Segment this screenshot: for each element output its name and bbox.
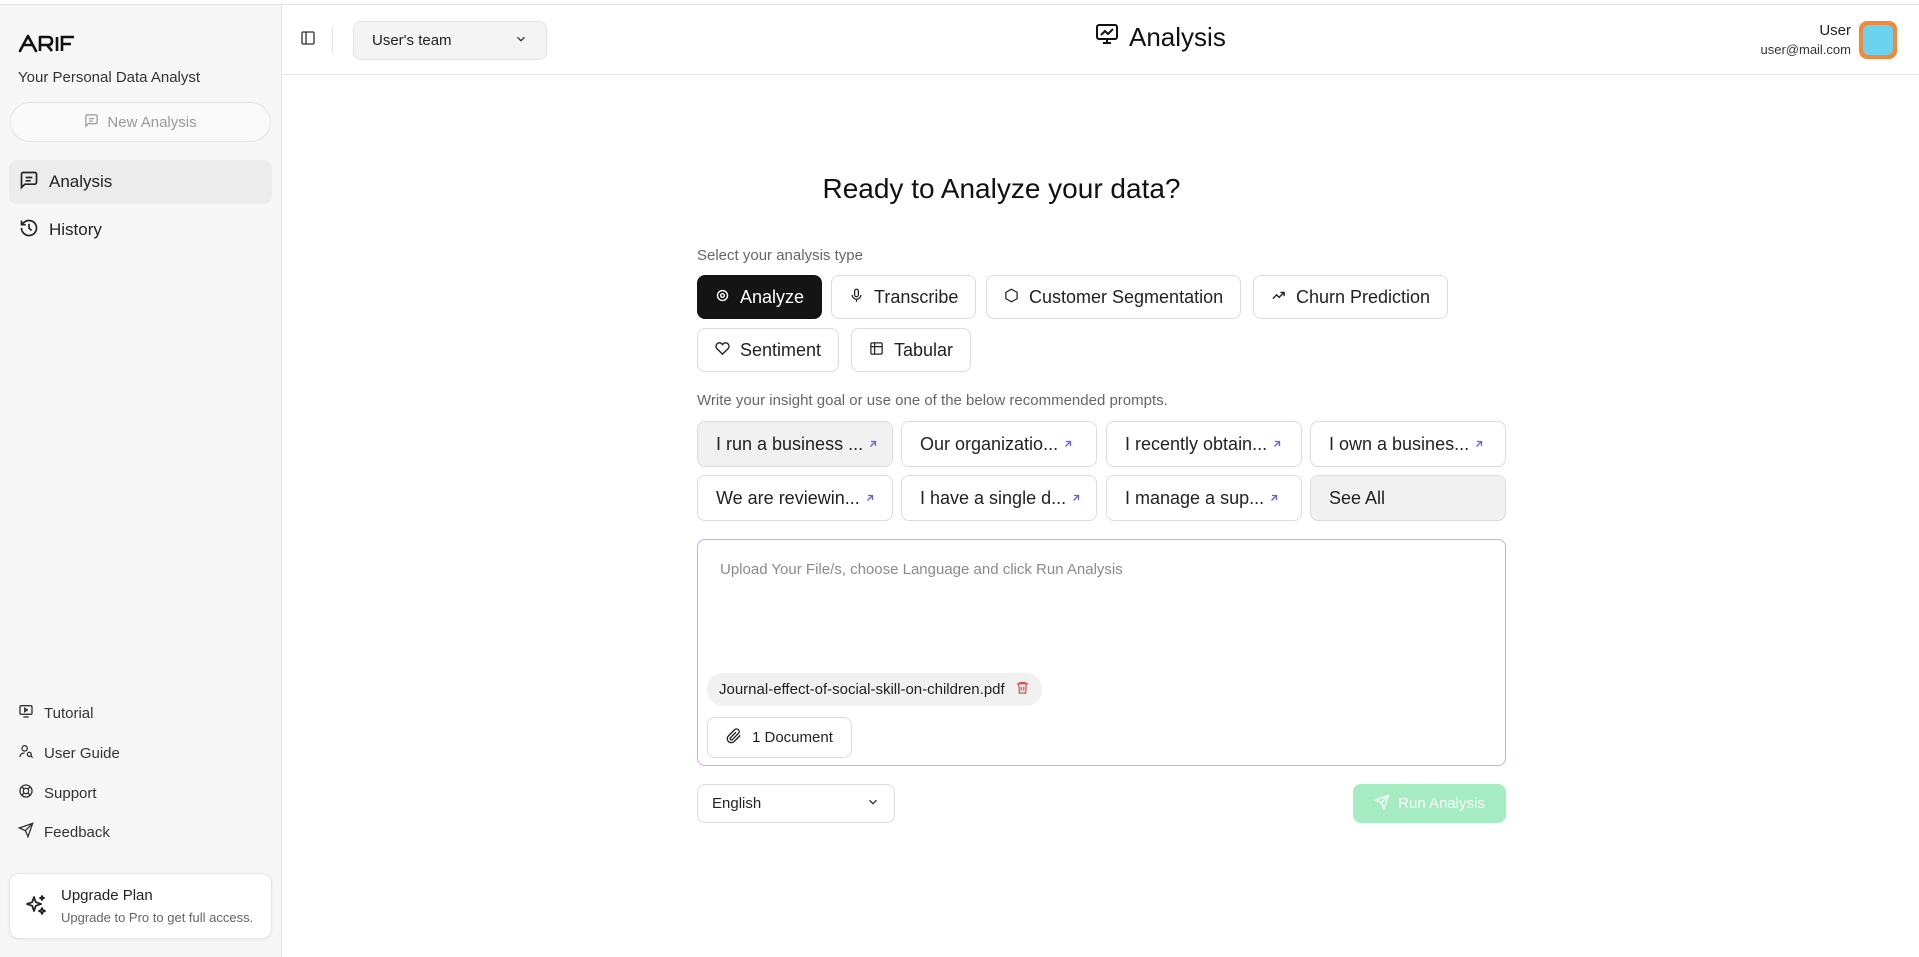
arrow-up-right-icon: [1062, 434, 1074, 455]
support-link[interactable]: Support: [18, 783, 97, 803]
table-icon: [869, 340, 884, 361]
paperclip-icon: [726, 727, 742, 748]
prompt-card[interactable]: I recently obtain...: [1106, 421, 1302, 467]
user-name: User: [1819, 22, 1851, 39]
see-all-label: See All: [1329, 487, 1386, 508]
presentation-icon: [18, 703, 34, 723]
prompt-card[interactable]: We are reviewin...: [697, 475, 893, 521]
page-title-text: Analysis: [1129, 22, 1226, 52]
lifebuoy-icon: [18, 783, 34, 803]
new-analysis-label: New Analysis: [107, 113, 197, 131]
user-guide-icon: [18, 743, 34, 763]
upload-placeholder: Upload Your File/s, choose Language and …: [720, 561, 1123, 578]
heart-icon: [715, 340, 730, 361]
presentation-chart-icon: [1095, 22, 1119, 53]
user-guide-link[interactable]: User Guide: [18, 743, 120, 763]
user-guide-label: User Guide: [44, 744, 120, 762]
sidebar-toggle-icon[interactable]: [300, 30, 316, 51]
team-select[interactable]: User's team: [353, 21, 547, 60]
send-icon: [1373, 793, 1390, 814]
run-analysis-label: Run Analysis: [1398, 795, 1485, 812]
prompt-text: I run a business ...: [716, 433, 864, 454]
prompt-card[interactable]: I have a single d...: [901, 475, 1097, 521]
main-heading: Ready to Analyze your data?: [822, 173, 1181, 204]
user-email: user@mail.com: [1760, 42, 1852, 57]
sidebar: Your Personal Data Analyst New Analysis …: [0, 5, 282, 957]
prompt-text: I manage a sup...: [1125, 487, 1265, 508]
trending-up-icon: [1271, 287, 1286, 308]
hexagon-icon: [1004, 287, 1019, 308]
page-title: Analysis: [1095, 22, 1226, 53]
upload-input-area[interactable]: Upload Your File/s, choose Language and …: [697, 539, 1506, 766]
analysis-type-churn-prediction[interactable]: Churn Prediction: [1253, 275, 1449, 319]
tutorial-label: Tutorial: [44, 704, 94, 722]
arrow-up-right-icon: [864, 488, 876, 509]
see-all-prompts-button[interactable]: See All: [1310, 475, 1506, 521]
prompt-text: I own a busines...: [1329, 433, 1470, 454]
trash-icon[interactable]: [1015, 680, 1030, 699]
user-info[interactable]: User user@mail.com: [1761, 22, 1852, 57]
chip-label: Churn Prediction: [1296, 286, 1431, 307]
upgrade-title: Upgrade Plan: [61, 887, 153, 904]
analysis-type-transcribe[interactable]: Transcribe: [831, 275, 977, 319]
avatar[interactable]: [1859, 21, 1897, 59]
arrow-up-right-icon: [1473, 434, 1485, 455]
prompt-text: I have a single d...: [920, 487, 1067, 508]
team-select-value: User's team: [372, 32, 452, 49]
target-icon: [715, 287, 730, 308]
upgrade-plan-card[interactable]: Upgrade Plan Upgrade to Pro to get full …: [9, 873, 272, 939]
prompt-card[interactable]: I manage a sup...: [1106, 475, 1302, 521]
analysis-type-label: Select your analysis type: [697, 247, 863, 264]
top-header: User's team Analysis User user@mail.com: [282, 5, 1919, 75]
history-icon: [19, 218, 39, 243]
prompt-text: I recently obtain...: [1125, 433, 1268, 454]
message-square-icon: [84, 113, 99, 132]
arrow-up-right-icon: [1268, 488, 1280, 509]
app-tagline: Your Personal Data Analyst: [18, 69, 201, 86]
arrow-up-right-icon: [1070, 488, 1082, 509]
support-label: Support: [44, 784, 97, 802]
run-analysis-button[interactable]: Run Analysis: [1353, 784, 1506, 823]
tutorial-link[interactable]: Tutorial: [18, 703, 93, 723]
chip-label: Analyze: [740, 286, 805, 307]
chevron-down-icon: [866, 795, 880, 813]
chip-label: Sentiment: [740, 339, 822, 360]
app-logo[interactable]: [18, 33, 76, 55]
feedback-link[interactable]: Feedback: [17, 822, 110, 842]
analysis-type-tabular[interactable]: Tabular: [851, 328, 972, 372]
mic-icon: [849, 287, 864, 308]
arrow-up-right-icon: [1271, 434, 1283, 455]
analysis-type-customer-segmentation[interactable]: Customer Segmentation: [986, 275, 1242, 319]
insight-goal-label: Write your insight goal or use one of th…: [697, 392, 1168, 409]
sidebar-item-history[interactable]: History: [9, 208, 272, 252]
feedback-label: Feedback: [44, 823, 110, 841]
analysis-type-sentiment[interactable]: Sentiment: [697, 328, 840, 372]
document-count-label: 1 Document: [752, 729, 833, 746]
prompt-text: We are reviewin...: [716, 487, 860, 508]
language-value: English: [712, 795, 762, 812]
sparkles-icon: [24, 894, 48, 923]
prompt-text: Our organizatio...: [920, 433, 1059, 454]
new-analysis-button[interactable]: New Analysis: [10, 102, 271, 142]
sidebar-item-label: History: [49, 220, 102, 239]
chevron-down-icon: [514, 32, 528, 50]
arrow-up-right-icon: [867, 434, 879, 455]
file-name: Journal-effect-of-social-skill-on-childr…: [719, 681, 1005, 698]
chip-label: Customer Segmentation: [1029, 286, 1224, 307]
upgrade-subtitle: Upgrade to Pro to get full access.: [61, 910, 254, 925]
analysis-type-analyze[interactable]: Analyze: [697, 275, 823, 319]
prompt-card[interactable]: I own a busines...: [1310, 421, 1506, 467]
chip-label: Transcribe: [874, 286, 959, 307]
attach-document-button[interactable]: 1 Document: [707, 717, 852, 758]
send-icon: [17, 822, 34, 842]
prompt-card[interactable]: Our organizatio...: [901, 421, 1097, 467]
language-select[interactable]: English: [697, 784, 895, 823]
prompt-card[interactable]: I run a business ...: [697, 421, 893, 467]
attached-file: Journal-effect-of-social-skill-on-childr…: [707, 673, 1042, 706]
header-divider: [332, 27, 333, 53]
chip-label: Tabular: [894, 339, 954, 360]
